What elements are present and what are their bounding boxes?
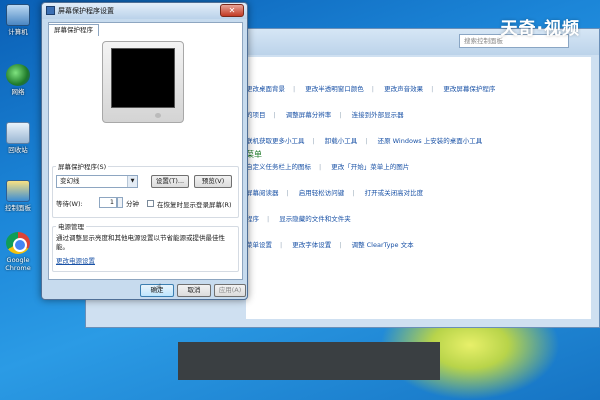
cp-link[interactable]: 连接到外部显示器 xyxy=(352,111,404,119)
network-icon xyxy=(6,64,30,86)
cp-link-row: 联机获取更多小工具 | 卸载小工具 | 还原 Windows 上安装的桌面小工具 xyxy=(246,137,483,145)
cp-category-title[interactable]: 菜单 xyxy=(246,149,262,160)
wait-unit: 分钟 xyxy=(126,200,139,208)
cp-link[interactable]: 更改半透明窗口颜色 xyxy=(305,85,364,93)
power-group-label: 电源管理 xyxy=(56,221,86,231)
cp-link[interactable]: 调整屏幕分辨率 xyxy=(286,111,332,119)
cp-link-row: 程序 | 显示隐藏的文件和文件夹 xyxy=(246,215,351,223)
power-description: 通过调整显示亮度和其他电源设置以节省能源或提供最佳性能。 xyxy=(56,234,225,251)
desktop-icon-label: 回收站 xyxy=(8,146,28,154)
resume-logon-checkbox[interactable] xyxy=(147,200,154,207)
dialog-title: 屏幕保护程序设置 xyxy=(58,7,114,15)
wait-minutes-input[interactable]: 1 xyxy=(99,197,117,208)
close-button[interactable]: ✕ xyxy=(220,4,244,17)
recycle-bin-icon xyxy=(6,122,30,144)
desktop-icon-label: 控制面板 xyxy=(5,204,31,212)
preview-monitor xyxy=(102,41,184,123)
preview-screen xyxy=(111,48,175,108)
cp-link[interactable]: 的项目 xyxy=(246,111,266,119)
cp-link[interactable]: 屏幕阅读器 xyxy=(246,189,279,197)
wait-label: 等待(W): xyxy=(56,200,83,208)
cp-link[interactable]: 显示隐藏的文件和文件夹 xyxy=(279,215,351,223)
screensaver-select[interactable]: 变幻线 ▼ xyxy=(56,175,138,188)
apply-button[interactable]: 应用(A) xyxy=(214,284,246,297)
cp-link[interactable]: 还原 Windows 上安装的桌面小工具 xyxy=(378,137,483,145)
settings-button[interactable]: 设置(T)... xyxy=(151,175,189,188)
cp-link-row: 自定义任务栏上的图标 | 更改「开始」菜单上的图片 xyxy=(246,163,410,171)
cp-link[interactable]: 卸载小工具 xyxy=(325,137,358,145)
control-panel-icon xyxy=(6,180,30,202)
desktop-icon-recycle-bin[interactable]: 回收站 xyxy=(1,122,35,154)
change-power-settings-link[interactable]: 更改电源设置 xyxy=(56,255,95,265)
chevron-down-icon: ▼ xyxy=(127,176,137,187)
desktop-icon-label: 网络 xyxy=(11,88,25,96)
dialog-titlebar[interactable]: 屏幕保护程序设置 ✕ xyxy=(42,3,247,19)
control-panel-content: 更改桌面背景 | 更改半透明窗口颜色 | 更改声音效果 | 更改屏幕保护程序 的项目 |… xyxy=(246,57,591,319)
cp-link-row: 的项目 | 调整屏幕分辨率 | 连接到外部显示器 xyxy=(246,111,404,119)
cp-link[interactable]: 更改「开始」菜单上的图片 xyxy=(331,163,409,171)
cancel-button[interactable]: 取消 xyxy=(177,284,211,297)
screensaver-settings-dialog: 屏幕保护程序设置 ✕ 屏幕保护程序 屏幕保护程序(S) 变幻线 ▼ 设置(T).… xyxy=(41,2,248,300)
cp-link[interactable]: 联机获取更多小工具 xyxy=(246,137,305,145)
cp-link[interactable]: 更改声音效果 xyxy=(384,85,423,93)
preview-button[interactable]: 预览(V) xyxy=(194,175,232,188)
wait-stepper[interactable] xyxy=(117,197,123,208)
desktop-icon-computer[interactable]: 计算机 xyxy=(1,4,35,36)
cp-link-row: 更改桌面背景 | 更改半透明窗口颜色 | 更改声音效果 | 更改屏幕保护程序 xyxy=(246,85,496,93)
cp-link[interactable]: 更改桌面背景 xyxy=(246,85,285,93)
chrome-icon xyxy=(6,232,30,254)
desktop-icon-label: 计算机 xyxy=(8,28,28,36)
screensaver-group-label: 屏幕保护程序(S) xyxy=(56,161,109,171)
cp-link[interactable]: 打开或关闭高对比度 xyxy=(365,189,424,197)
monitor-icon xyxy=(46,6,55,15)
cp-link[interactable]: 更改屏幕保护程序 xyxy=(443,85,495,93)
desktop-icon-control-panel[interactable]: 控制面板 xyxy=(1,180,35,212)
cp-link[interactable]: 自定义任务栏上的图标 xyxy=(246,163,311,171)
cp-link[interactable]: 更改字体设置 xyxy=(292,241,331,249)
screensaver-selected-value: 变幻线 xyxy=(60,177,80,185)
screensaver-group xyxy=(52,166,239,218)
computer-icon xyxy=(6,4,30,26)
watermark-logo: 天奇·视频 xyxy=(500,19,580,39)
desktop-icon-label: Google Chrome xyxy=(5,256,31,272)
desktop-icon-network[interactable]: 网络 xyxy=(1,64,35,96)
tab-screensaver[interactable]: 屏幕保护程序 xyxy=(48,24,99,36)
caption-overlay xyxy=(178,342,440,380)
cp-link[interactable]: 菜单设置 xyxy=(246,241,272,249)
cp-link[interactable]: 启用轻松访问键 xyxy=(299,189,345,197)
monitor-stand xyxy=(155,113,161,118)
resume-logon-label[interactable]: 在恢复时显示登录屏幕(R) xyxy=(157,199,232,209)
mouse-cursor-icon: ☝ xyxy=(156,283,162,293)
cp-link[interactable]: 调整 ClearType 文本 xyxy=(352,241,414,249)
desktop-icon-chrome[interactable]: Google Chrome xyxy=(1,232,35,272)
cp-link-row: 菜单设置 | 更改字体设置 | 调整 ClearType 文本 xyxy=(246,241,414,249)
cp-link-row: 屏幕阅读器 | 启用轻松访问键 | 打开或关闭高对比度 xyxy=(246,189,424,197)
close-icon: ✕ xyxy=(228,6,236,15)
